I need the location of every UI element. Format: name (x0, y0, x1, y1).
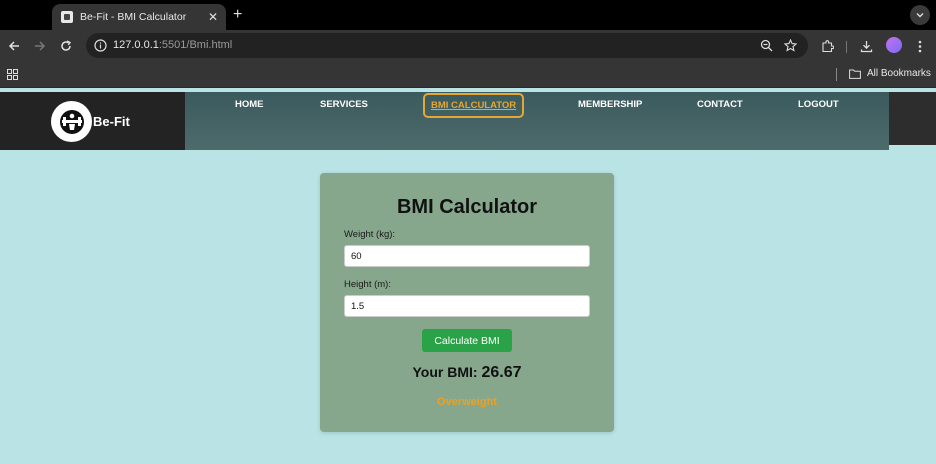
bmi-calculator-card: BMI Calculator Weight (kg): Height (m): … (320, 173, 614, 432)
puzzle-icon (821, 39, 834, 52)
bmi-result: Your BMI: 26.67 (320, 364, 614, 382)
calculator-title: BMI Calculator (396, 196, 538, 218)
arrow-right-icon (35, 41, 46, 51)
bookmark-star-icon[interactable] (784, 39, 797, 52)
profile-avatar[interactable] (886, 37, 902, 53)
site-info-icon[interactable] (94, 39, 107, 52)
nav-contact[interactable]: CONTACT (697, 99, 743, 110)
reload-button[interactable] (58, 38, 74, 54)
height-input[interactable] (344, 295, 590, 317)
downloads-button[interactable] (858, 38, 874, 54)
all-bookmarks-label: All Bookmarks (867, 68, 931, 79)
brand-name[interactable]: Be-Fit (93, 114, 130, 129)
back-button[interactable] (6, 38, 22, 54)
new-tab-icon[interactable]: + (233, 7, 242, 23)
main-nav: HOME SERVICES BMI CALCULATOR MEMBERSHIP … (185, 92, 889, 150)
nav-logout[interactable]: LOGOUT (798, 99, 839, 110)
logo-panel: Be-Fit (0, 92, 185, 150)
nav-membership[interactable]: MEMBERSHIP (578, 99, 642, 110)
extensions-button[interactable] (819, 38, 835, 54)
arrow-left-icon (8, 41, 19, 51)
logo[interactable] (51, 101, 92, 142)
fitness-logo-icon (59, 109, 84, 134)
bmi-category: Overweight (437, 396, 497, 408)
favicon-icon (61, 11, 73, 23)
nav-home[interactable]: HOME (235, 99, 264, 110)
url-text[interactable]: 127.0.0.1:5501/Bmi.html (113, 39, 232, 51)
all-bookmarks-button[interactable]: All Bookmarks (849, 68, 931, 79)
kebab-menu-icon (918, 40, 922, 52)
bookmarks-divider (836, 68, 837, 81)
weight-label: Weight (kg): (344, 229, 396, 240)
browser-tab[interactable]: Be-Fit - BMI Calculator ✕ (52, 4, 226, 30)
nav-services[interactable]: SERVICES (320, 99, 368, 110)
folder-icon (849, 69, 861, 79)
site-header: Be-Fit HOME SERVICES BMI CALCULATOR MEMB… (0, 92, 936, 150)
forward-button[interactable] (32, 38, 48, 54)
toolbar-divider (846, 41, 847, 53)
browser-toolbar: 127.0.0.1:5501/Bmi.html (0, 30, 936, 61)
url-host: 127.0.0.1 (113, 39, 159, 51)
browser-menu-button[interactable] (912, 38, 928, 54)
browser-tab-strip: Be-Fit - BMI Calculator ✕ + (0, 0, 936, 30)
close-icon[interactable]: ✕ (206, 10, 220, 24)
tab-search-button[interactable] (910, 5, 930, 25)
nav-bmi-calculator[interactable]: BMI CALCULATOR (423, 93, 525, 118)
chevron-down-icon (916, 13, 924, 18)
download-icon (860, 40, 872, 52)
tab-title: Be-Fit - BMI Calculator (80, 11, 187, 23)
bmi-result-value: 26.67 (481, 364, 522, 381)
url-path: :5501/Bmi.html (158, 39, 233, 51)
bookmarks-bar: All Bookmarks (0, 61, 936, 88)
weight-input[interactable] (344, 245, 590, 267)
apps-grid-icon[interactable] (7, 69, 18, 80)
zoom-icon[interactable] (760, 39, 773, 52)
height-label: Height (m): (344, 279, 391, 290)
bmi-result-prefix: Your BMI: (412, 364, 478, 380)
reload-icon (61, 40, 72, 51)
calculate-bmi-button[interactable]: Calculate BMI (422, 329, 512, 352)
address-bar[interactable]: 127.0.0.1:5501/Bmi.html (86, 33, 808, 58)
